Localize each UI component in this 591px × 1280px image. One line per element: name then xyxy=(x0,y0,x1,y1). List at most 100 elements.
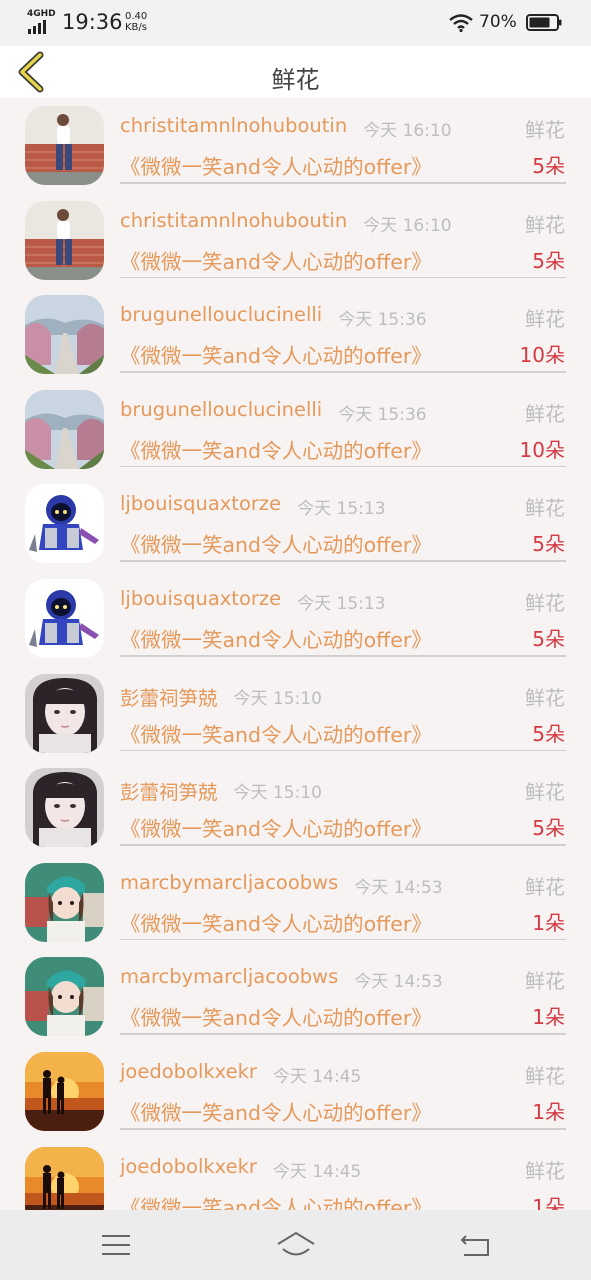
username[interactable]: ljbouisquaxtorze xyxy=(120,492,281,515)
user-avatar[interactable] xyxy=(25,295,104,375)
flower-count: 1朵 xyxy=(532,1100,565,1124)
username[interactable]: christitamnlnohuboutin xyxy=(120,209,347,232)
list-item[interactable]: christitamnlnohuboutin 今天 16:10 鲜花《微微一笑and… xyxy=(0,98,591,193)
timestamp: 今天 14:53 xyxy=(354,972,443,993)
flower-count: 5朵 xyxy=(532,532,565,557)
username[interactable]: joedobolkxekr xyxy=(120,1060,257,1083)
gift-type-label: 鲜花 xyxy=(525,969,565,994)
flower-count: 1朵 xyxy=(532,1194,565,1210)
user-avatar[interactable] xyxy=(25,673,104,753)
timestamp: 今天 16:10 xyxy=(363,215,452,236)
row-divider xyxy=(120,844,566,846)
user-avatar[interactable] xyxy=(25,579,104,658)
list-item[interactable]: christitamnlnohuboutin 今天 16:10 鲜花《微微一笑and… xyxy=(0,193,591,288)
network-type: 4GHD xyxy=(27,9,56,19)
list-item[interactable]: ljbouisquaxtorze 今天 15:13 鲜花《微微一笑and令人心动的o… xyxy=(0,476,591,571)
wifi-icon xyxy=(449,14,473,32)
status-time: 19:36 xyxy=(62,10,123,34)
timestamp: 今天 14:45 xyxy=(272,1161,362,1182)
gift-type-label: 鲜花 xyxy=(525,1064,565,1088)
username[interactable]: joedobolkxekr xyxy=(120,1155,257,1178)
flower-count: 1朵 xyxy=(532,910,565,935)
user-avatar[interactable] xyxy=(25,957,104,1037)
row-divider xyxy=(120,465,566,468)
user-avatar[interactable] xyxy=(25,1146,104,1210)
flower-count: 10朵 xyxy=(519,343,565,368)
list-item[interactable]: marcbymarcljacoobws 今天 14:53 鲜花《微微一笑and令人心… xyxy=(0,949,591,1044)
song-title[interactable]: 《微微一笑and令人心动的offer》 xyxy=(120,718,432,748)
flower-count: 5朵 xyxy=(532,627,565,651)
signal-icon xyxy=(28,20,46,34)
flower-count: 1朵 xyxy=(532,1005,565,1030)
user-avatar[interactable] xyxy=(25,768,104,848)
timestamp: 今天 14:45 xyxy=(272,1067,362,1087)
system-nav-bar xyxy=(0,1210,591,1280)
timestamp: 今天 14:53 xyxy=(354,877,443,898)
flower-count: 10朵 xyxy=(519,437,565,462)
song-title[interactable]: 《微微一笑and令人心动的offer》 xyxy=(120,1191,432,1210)
battery-percent: 70% xyxy=(479,12,517,32)
song-title[interactable]: 《微微一笑and令人心动的offer》 xyxy=(120,528,432,558)
gift-type-label: 鲜花 xyxy=(525,118,565,142)
page-title: 鲜花 xyxy=(271,66,320,94)
timestamp: 今天 15:36 xyxy=(338,310,427,331)
back-icon[interactable] xyxy=(454,1228,498,1262)
user-avatar[interactable] xyxy=(25,484,104,564)
timestamp: 今天 15:36 xyxy=(338,404,427,425)
list-item[interactable]: joedobolkxekr 今天 14:45 鲜花《微微一笑and令人心动的offe… xyxy=(0,1139,591,1210)
gift-type-label: 鲜花 xyxy=(525,685,565,710)
gift-type-label: 鲜花 xyxy=(525,307,565,332)
list-item[interactable]: 彭蕾祠笋兢 今天 15:10 鲜花《微微一笑and令人心动的offer》 5朵 xyxy=(0,760,591,855)
menu-icon[interactable] xyxy=(94,1228,138,1262)
row-divider xyxy=(120,1128,566,1130)
username[interactable]: marcbymarcljacoobws xyxy=(120,871,338,894)
username[interactable]: marcbymarcljacoobws xyxy=(120,965,338,988)
flower-count: 5朵 xyxy=(532,154,565,178)
username[interactable]: 彭蕾祠笋兢 xyxy=(120,682,218,711)
row-divider xyxy=(120,938,566,941)
list-item[interactable]: joedobolkxekr 今天 14:45 鲜花《微微一笑and令人心动的offe… xyxy=(0,1044,591,1139)
song-title[interactable]: 《微微一笑and令人心动的offer》 xyxy=(120,150,432,180)
row-divider xyxy=(120,1033,566,1035)
song-title[interactable]: 《微微一笑and令人心动的offer》 xyxy=(120,245,432,275)
header: 鲜花 xyxy=(0,46,591,98)
user-avatar[interactable] xyxy=(25,200,104,280)
song-title[interactable]: 《微微一笑and令人心动的offer》 xyxy=(120,907,432,937)
timestamp: 今天 15:10 xyxy=(233,783,322,804)
battery-icon xyxy=(526,14,562,31)
list-item[interactable]: brugunellouclucinelli 今天 15:36 鲜花《微微一笑and令… xyxy=(0,287,591,382)
gift-type-label: 鲜花 xyxy=(525,780,565,805)
list-item[interactable]: brugunellouclucinelli 今天 15:36 鲜花 《微微一笑and令… xyxy=(0,382,591,477)
song-title[interactable]: 《微微一笑and令人心动的offer》 xyxy=(120,1001,432,1031)
username[interactable]: brugunellouclucinelli xyxy=(120,303,322,326)
flower-count: 5朵 xyxy=(532,816,565,841)
user-avatar[interactable] xyxy=(25,1052,104,1131)
song-title[interactable]: 《微微一笑and令人心动的offer》 xyxy=(120,434,432,464)
gift-type-label: 鲜花 xyxy=(525,212,565,237)
gift-type-label: 鲜花 xyxy=(525,496,565,521)
timestamp: 今天 15:13 xyxy=(297,499,386,520)
home-icon[interactable] xyxy=(274,1228,318,1262)
list-item[interactable]: marcbymarcljacoobws 今天 14:53 鲜花 《微微一笑and令人心… xyxy=(0,855,591,950)
timestamp: 今天 16:10 xyxy=(363,121,452,141)
username[interactable]: christitamnlnohuboutin xyxy=(120,114,347,137)
song-title[interactable]: 《微微一笑and令人心动的offer》 xyxy=(120,812,432,842)
username[interactable]: ljbouisquaxtorze xyxy=(120,587,281,610)
list-item[interactable]: ljbouisquaxtorze 今天 15:13 鲜花 《微微一笑and令人心动的o… xyxy=(0,571,591,666)
username[interactable]: brugunellouclucinelli xyxy=(120,398,322,421)
flower-list: christitamnlnohuboutin 今天 16:10 鲜花 《微微一笑and… xyxy=(0,98,591,1210)
row-divider xyxy=(120,560,566,562)
user-avatar[interactable] xyxy=(25,106,104,185)
gift-type-label: 鲜花 xyxy=(525,1158,565,1183)
song-title[interactable]: 《微微一笑and令人心动的offer》 xyxy=(120,1096,432,1126)
user-avatar[interactable] xyxy=(25,389,104,469)
row-divider xyxy=(120,182,566,184)
flower-count: 5朵 xyxy=(532,721,565,746)
username[interactable]: 彭蕾祠笋兢 xyxy=(120,776,218,805)
song-title[interactable]: 《微微一笑and令人心动的offer》 xyxy=(120,623,432,653)
list-item[interactable]: 彭蕾祠笋兢 今天 15:10 鲜花 《微微一笑and令人心动的offer》 5朵 xyxy=(0,666,591,761)
song-title[interactable]: 《微微一笑and令人心动的offer》 xyxy=(120,339,432,369)
user-avatar[interactable] xyxy=(25,862,104,942)
flower-count: 5朵 xyxy=(532,248,565,273)
gift-type-label: 鲜花 xyxy=(525,591,565,615)
